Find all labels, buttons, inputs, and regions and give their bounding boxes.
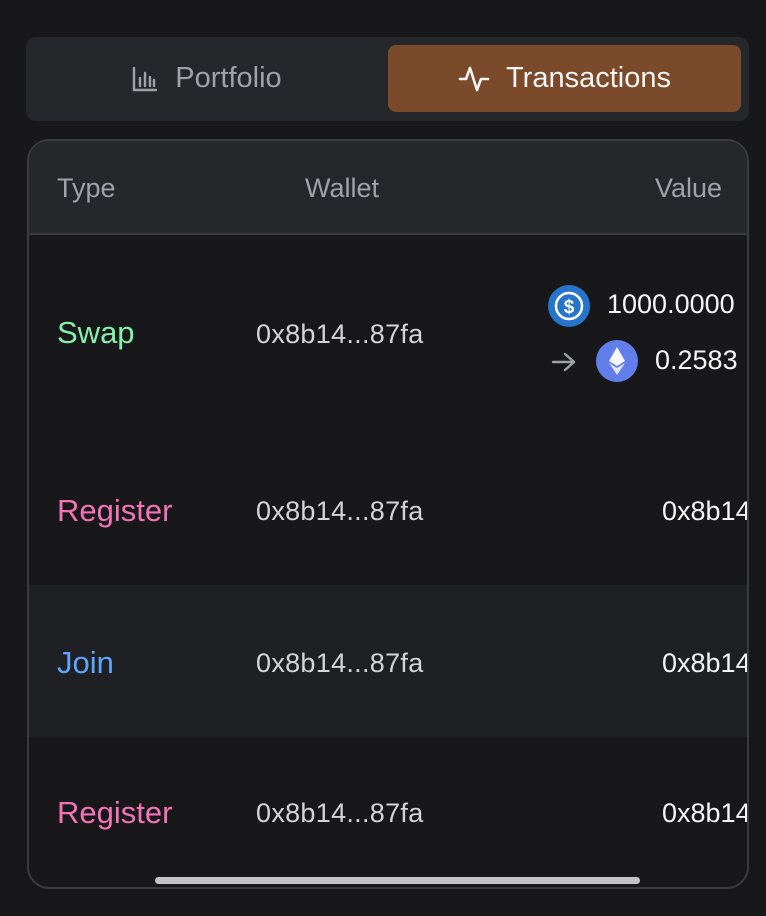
table-row[interactable]: Register 0x8b14...87fa 0x8b14 bbox=[29, 435, 747, 585]
transaction-type: Join bbox=[57, 645, 114, 680]
swap-to-amount: 0.2583 bbox=[655, 345, 738, 375]
table-row[interactable]: Join 0x8b14...87fa 0x8b14 bbox=[29, 585, 747, 737]
table-row[interactable]: Register 0x8b14...87fa 0x8b14 bbox=[29, 737, 749, 887]
arrow-right-icon bbox=[550, 350, 578, 379]
table-row[interactable]: Swap 0x8b14...87fa $ 1000.0000 0.2583 bbox=[29, 235, 747, 435]
column-header-value[interactable]: Value bbox=[655, 141, 722, 233]
svg-text:$: $ bbox=[564, 297, 575, 318]
tab-transactions-label: Transactions bbox=[506, 62, 671, 94]
view-tabs: Portfolio Transactions bbox=[26, 37, 749, 121]
transaction-type: Register bbox=[57, 795, 173, 830]
wallet-address: 0x8b14...87fa bbox=[256, 648, 424, 678]
transactions-table: Type Wallet Value Swap 0x8b14...87fa $ 1… bbox=[27, 139, 749, 889]
ethereum-icon bbox=[596, 340, 638, 382]
activity-icon bbox=[458, 64, 490, 94]
swap-from-amount: 1000.0000 bbox=[607, 289, 735, 319]
tab-portfolio[interactable]: Portfolio bbox=[34, 45, 379, 112]
value-address: 0x8b14 bbox=[662, 798, 749, 828]
usdc-icon: $ bbox=[548, 285, 590, 327]
column-header-wallet[interactable]: Wallet bbox=[305, 141, 379, 233]
value-address: 0x8b14 bbox=[662, 648, 749, 678]
transaction-type: Swap bbox=[57, 315, 135, 350]
transaction-type: Register bbox=[57, 493, 173, 528]
table-header: Type Wallet Value bbox=[29, 141, 747, 235]
wallet-address: 0x8b14...87fa bbox=[256, 319, 424, 349]
column-header-type[interactable]: Type bbox=[57, 141, 116, 233]
wallet-address: 0x8b14...87fa bbox=[256, 496, 424, 526]
bar-chart-icon bbox=[131, 65, 159, 93]
horizontal-scrollbar[interactable] bbox=[155, 877, 640, 884]
tab-transactions[interactable]: Transactions bbox=[388, 45, 741, 112]
wallet-address: 0x8b14...87fa bbox=[256, 798, 424, 828]
tab-portfolio-label: Portfolio bbox=[175, 62, 282, 94]
value-address: 0x8b14 bbox=[662, 496, 749, 526]
